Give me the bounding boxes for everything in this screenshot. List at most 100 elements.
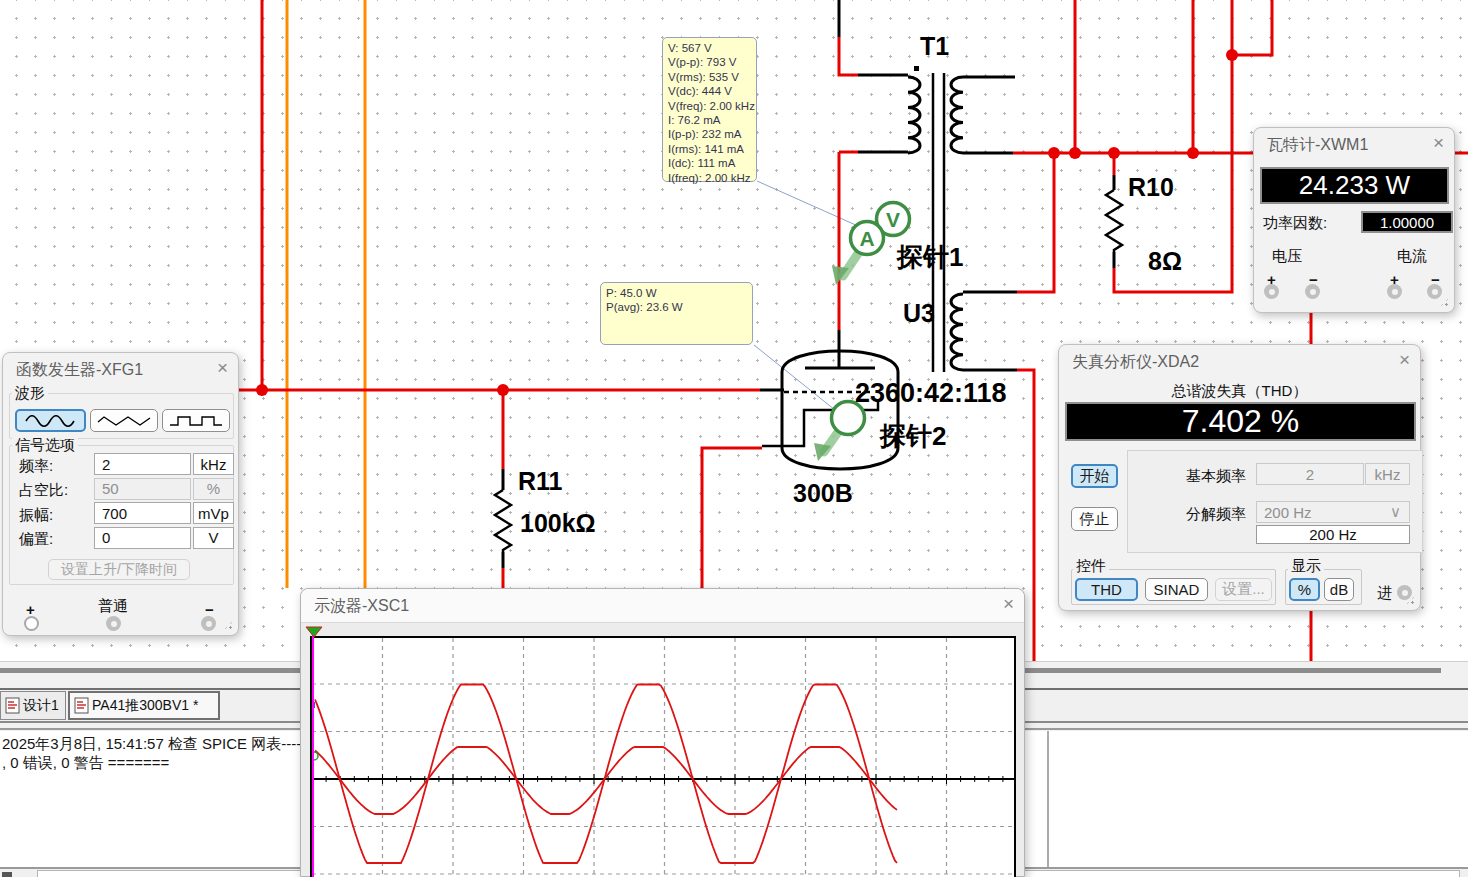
label-300b: 300B: [793, 479, 853, 507]
tab-design1[interactable]: 设计1: [0, 691, 66, 720]
amplitude-unit[interactable]: mVp: [193, 502, 234, 524]
stop-button[interactable]: 停止: [1071, 507, 1118, 531]
probe2-tooltip: P: 45.0 WP(avg): 23.6 W: [600, 282, 753, 345]
duty-input: 50: [94, 478, 191, 500]
sine-icon: [25, 414, 77, 428]
thd-title: 总谐波失真（THD）: [1059, 382, 1420, 401]
function-generator-title: 函数发生器-XFG1: [16, 360, 143, 381]
resistor-r10[interactable]: [1106, 190, 1122, 252]
thd-button[interactable]: THD: [1075, 578, 1138, 601]
resolution-selected[interactable]: 200 Hz: [1256, 525, 1410, 544]
oscilloscope-title: 示波器-XSC1: [314, 596, 409, 617]
analyzer-in-terminal[interactable]: [1397, 585, 1412, 600]
scope-cursor-handle[interactable]: [305, 626, 323, 638]
oscilloscope-titlebar[interactable]: 示波器-XSC1 ×: [301, 589, 1024, 623]
amplitude-input[interactable]: 700: [94, 502, 191, 524]
label-r11-val: 100kΩ: [520, 509, 596, 537]
tube-300b[interactable]: [762, 351, 898, 469]
db-button[interactable]: dB: [1324, 578, 1354, 601]
probe1-a-letter: A: [859, 227, 874, 250]
oscilloscope-window[interactable]: 示波器-XSC1 ×: [300, 588, 1025, 877]
resize-grip[interactable]: [223, 620, 234, 631]
wattmeter-iminus-terminal[interactable]: [1427, 284, 1442, 299]
wattmeter-vplus-terminal[interactable]: [1264, 284, 1279, 299]
waveform-square-button[interactable]: [162, 409, 230, 432]
tab-pa41-label: PA41推300BV1 *: [92, 697, 198, 715]
label-tube-annotation: 2360:42:118: [855, 378, 1007, 408]
analyzer-in-label: 进: [1377, 584, 1392, 603]
wattmeter-iplus-terminal[interactable]: [1387, 284, 1402, 299]
wire-orange-group[interactable]: [287, 0, 365, 588]
tab-pa41[interactable]: PA41推300BV1 *: [68, 691, 220, 720]
tab-design1-label: 设计1: [23, 697, 59, 715]
function-generator-panel[interactable]: 函数发生器-XFG1 × 波形 信号选项 频率: 2 kHz 占空比: 50 %…: [2, 352, 239, 636]
waveform-sine-button[interactable]: [15, 409, 86, 432]
offset-input[interactable]: 0: [94, 527, 191, 549]
duty-unit: %: [193, 478, 234, 500]
probe2-leader-line: [754, 345, 840, 414]
freq-input[interactable]: 2: [94, 453, 191, 475]
resolution-label: 分解频率: [1186, 505, 1246, 524]
fg-common-label: 普通: [98, 597, 128, 616]
probe1-tooltip: V: 567 VV(p-p): 793 V V(rms): 535 VV(dc)…: [662, 37, 757, 182]
waveform-group-label: 波形: [12, 384, 48, 403]
resolution-dropdown[interactable]: 200 Hz ∨: [1256, 501, 1410, 523]
amplitude-label: 振幅:: [19, 506, 53, 525]
resize-grip[interactable]: [1439, 297, 1450, 308]
label-probe2: 探针2: [879, 421, 946, 451]
rise-fall-button: 设置上升/下降时间: [48, 559, 190, 580]
controls-group-label: 控件: [1073, 557, 1109, 576]
distortion-analyzer-panel[interactable]: 失真分析仪-XDA2 × 总谐波失真（THD） 7.402 % 开始 停止 基本…: [1058, 344, 1421, 611]
freq-label: 频率:: [19, 457, 53, 476]
multisim-canvas: V A T1 R10 8Ω U3 探针1 2360:42:118 探针2 300…: [0, 0, 1468, 877]
document-icon: [74, 697, 89, 714]
label-probe1: 探针1: [896, 242, 963, 272]
duty-label: 占空比:: [19, 481, 68, 500]
resolution-value: 200 Hz: [1264, 504, 1312, 521]
label-t1: T1: [920, 32, 949, 60]
offset-unit[interactable]: V: [193, 527, 234, 549]
triangle-icon: [97, 414, 151, 428]
power-factor-label: 功率因数:: [1263, 214, 1327, 233]
display-group-label: 显示: [1288, 557, 1324, 576]
percent-button[interactable]: %: [1289, 578, 1320, 601]
settings-button: 设置...: [1215, 578, 1272, 601]
freq-unit[interactable]: kHz: [193, 453, 234, 475]
statusbar-glyph: [2, 872, 12, 877]
document-icon: [5, 697, 20, 714]
probe1-v-letter: V: [886, 208, 900, 231]
fundamental-label: 基本频率: [1186, 467, 1246, 486]
fundamental-value: 2: [1256, 463, 1364, 485]
fg-common-terminal[interactable]: [106, 616, 121, 631]
scope-cursor[interactable]: [312, 628, 314, 877]
current-label: 电流: [1397, 247, 1427, 266]
wattmeter-reading: 24.233 W: [1260, 167, 1449, 204]
oscilloscope-plot: [310, 636, 1016, 877]
start-button[interactable]: 开始: [1071, 464, 1118, 488]
signal-options-label: 信号选项: [12, 436, 78, 455]
wattmeter-title: 瓦特计-XWM1: [1267, 135, 1368, 156]
waveform-triangle-button[interactable]: [90, 409, 158, 432]
label-r10-ref: R10: [1128, 173, 1174, 201]
close-icon[interactable]: ×: [1003, 594, 1014, 614]
sinad-button[interactable]: SINAD: [1145, 578, 1208, 601]
close-icon[interactable]: ×: [217, 358, 228, 378]
square-icon: [169, 413, 223, 429]
label-u3: U3: [903, 299, 935, 327]
chevron-down-icon: ∨: [1390, 503, 1401, 521]
fg-plus-terminal[interactable]: [24, 616, 39, 631]
close-icon[interactable]: ×: [1399, 350, 1410, 370]
probe1-leader-line: [757, 181, 858, 226]
fundamental-unit: kHz: [1365, 463, 1410, 485]
wattmeter-panel[interactable]: 瓦特计-XWM1 × 24.233 W 功率因数: 1.00000 电压 电流 …: [1253, 127, 1455, 313]
wattmeter-vminus-terminal[interactable]: [1305, 284, 1320, 299]
voltage-label: 电压: [1272, 247, 1302, 266]
thd-reading: 7.402 %: [1065, 402, 1416, 441]
label-r10-val: 8Ω: [1148, 247, 1182, 275]
resistor-r11[interactable]: [495, 490, 511, 552]
scope-trace-small: [315, 747, 897, 814]
fg-minus-terminal[interactable]: [201, 616, 216, 631]
power-factor-value: 1.00000: [1361, 211, 1453, 233]
close-icon[interactable]: ×: [1433, 133, 1444, 153]
distortion-analyzer-title: 失真分析仪-XDA2: [1072, 352, 1199, 373]
